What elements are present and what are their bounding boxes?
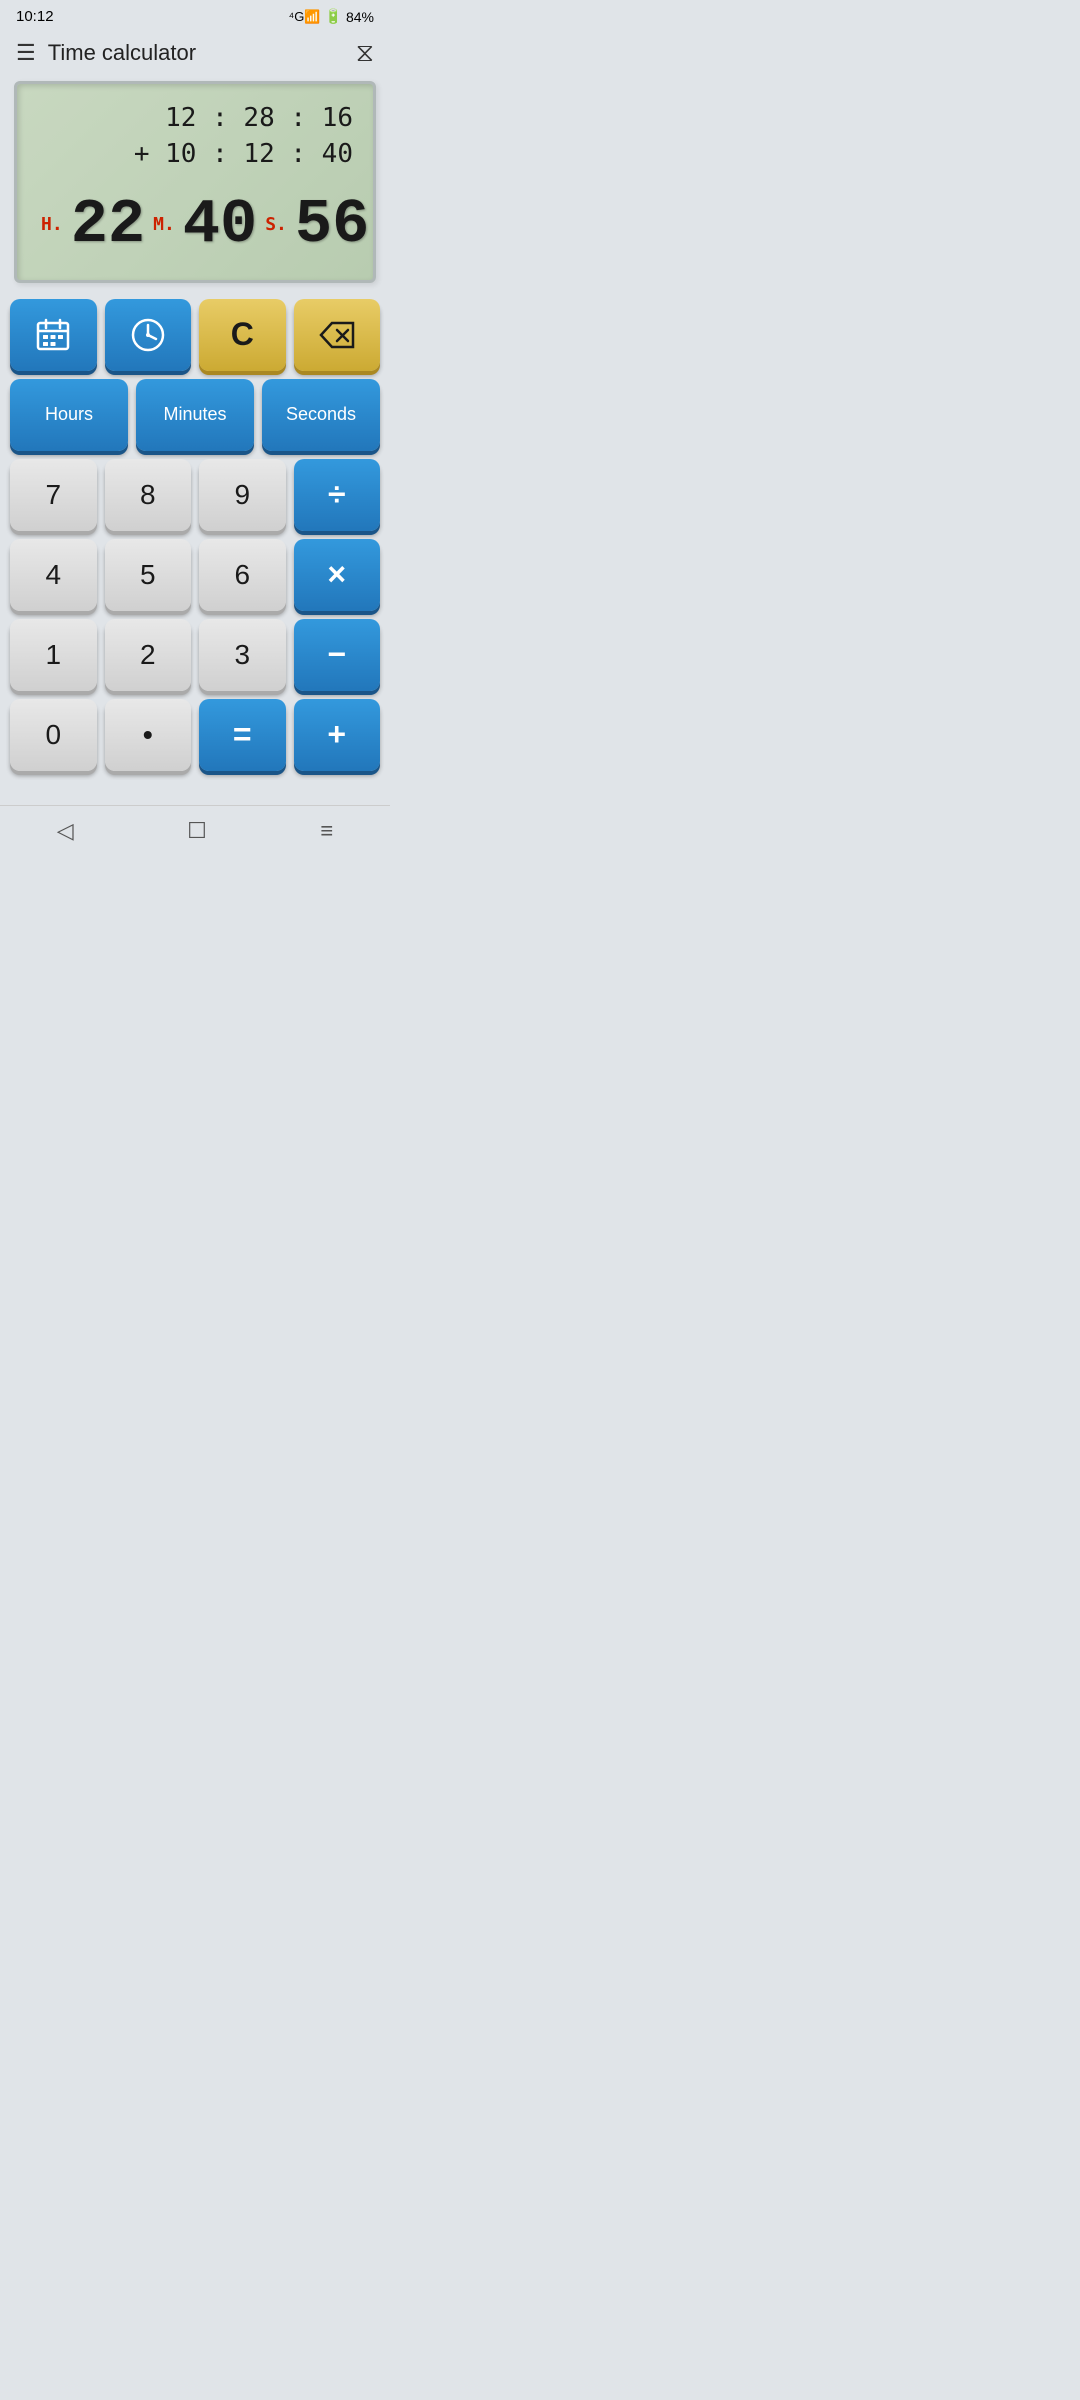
multiply-label: ×	[327, 556, 346, 593]
key-row-6: 0 • = +	[10, 699, 380, 771]
app-title: Time calculator	[48, 40, 356, 66]
clock-button[interactable]	[105, 299, 192, 371]
top-bar: ☰ Time calculator ⧖	[0, 29, 390, 81]
add-button[interactable]: +	[294, 699, 381, 771]
digit-0: 0	[45, 719, 61, 751]
multiply-button[interactable]: ×	[294, 539, 381, 611]
divide-button[interactable]: ÷	[294, 459, 381, 531]
hours-button[interactable]: Hours	[10, 379, 128, 451]
subtract-button[interactable]: −	[294, 619, 381, 691]
nav-menu-icon[interactable]: ≡	[320, 818, 333, 844]
digit-7: 7	[45, 479, 61, 511]
decimal-button[interactable]: •	[105, 699, 192, 771]
status-bar: 10:12 ⁴G📶 🔋 84%	[0, 0, 390, 29]
seconds-label: S.	[265, 214, 287, 235]
hours-label: Hours	[45, 404, 93, 425]
digit-7-button[interactable]: 7	[10, 459, 97, 531]
keypad: C Hours Minutes Seconds 7 8 9	[0, 299, 390, 781]
signal-icon: ⁴G📶	[289, 9, 321, 25]
seconds-label: Seconds	[286, 404, 356, 425]
calendar-button[interactable]	[10, 299, 97, 371]
minutes-value: 40	[183, 189, 257, 260]
seconds-value: 56	[295, 189, 369, 260]
digit-8-button[interactable]: 8	[105, 459, 192, 531]
equals-label: =	[233, 716, 252, 753]
menu-icon[interactable]: ☰	[16, 40, 36, 66]
digit-2-button[interactable]: 2	[105, 619, 192, 691]
key-row-4: 4 5 6 ×	[10, 539, 380, 611]
digit-6-button[interactable]: 6	[199, 539, 286, 611]
key-row-3: 7 8 9 ÷	[10, 459, 380, 531]
digit-5: 5	[140, 559, 156, 591]
digit-3: 3	[234, 639, 250, 671]
digit-5-button[interactable]: 5	[105, 539, 192, 611]
digit-1: 1	[45, 639, 61, 671]
nav-home-icon[interactable]: ☐	[187, 818, 207, 844]
key-row-1: C	[10, 299, 380, 371]
key-row-5: 1 2 3 −	[10, 619, 380, 691]
nav-back-icon[interactable]: ◁	[57, 818, 74, 844]
status-time: 10:12	[16, 8, 54, 25]
subtract-label: −	[327, 636, 346, 673]
digit-9-button[interactable]: 9	[199, 459, 286, 531]
history-icon[interactable]: ⧖	[356, 37, 374, 69]
digit-3-button[interactable]: 3	[199, 619, 286, 691]
clear-label: C	[231, 316, 254, 353]
digit-2: 2	[140, 639, 156, 671]
battery-indicator: 🔋	[325, 8, 342, 25]
display-lines: 12 : 28 : 16 + 10 : 12 : 40	[37, 100, 353, 173]
decimal-label: •	[143, 719, 153, 751]
digit-8: 8	[140, 479, 156, 511]
status-right: ⁴G📶 🔋 84%	[289, 8, 374, 25]
minutes-label: Minutes	[163, 404, 226, 425]
clear-button[interactable]: C	[199, 299, 286, 371]
hours-label: H.	[41, 214, 63, 235]
digit-4-button[interactable]: 4	[10, 539, 97, 611]
seconds-button[interactable]: Seconds	[262, 379, 380, 451]
display-result: H. 22 M. 40 S. 56	[37, 189, 353, 260]
hours-value: 22	[71, 189, 145, 260]
battery-percent: 84%	[346, 9, 374, 25]
digit-1-button[interactable]: 1	[10, 619, 97, 691]
display-line1: 12 : 28 : 16	[37, 100, 353, 136]
display-screen: 12 : 28 : 16 + 10 : 12 : 40 H. 22 M. 40 …	[14, 81, 376, 283]
add-label: +	[327, 716, 346, 753]
display-line2: + 10 : 12 : 40	[37, 136, 353, 172]
divide-label: ÷	[328, 476, 346, 513]
equals-button[interactable]: =	[199, 699, 286, 771]
nav-bar: ◁ ☐ ≡	[0, 805, 390, 860]
key-row-2: Hours Minutes Seconds	[10, 379, 380, 451]
digit-6: 6	[234, 559, 250, 591]
minutes-button[interactable]: Minutes	[136, 379, 254, 451]
backspace-button[interactable]	[294, 299, 381, 371]
digit-4: 4	[45, 559, 61, 591]
digit-9: 9	[234, 479, 250, 511]
digit-0-button[interactable]: 0	[10, 699, 97, 771]
minutes-label: M.	[153, 214, 175, 235]
